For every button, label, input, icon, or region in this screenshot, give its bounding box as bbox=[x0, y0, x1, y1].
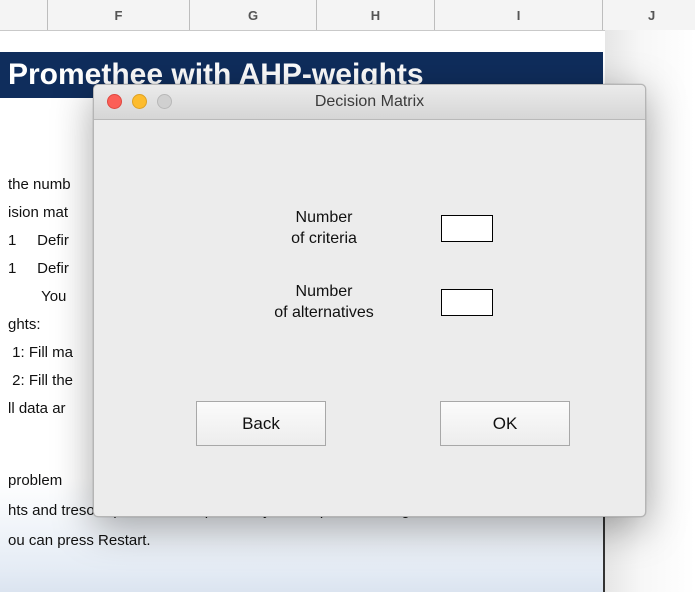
dialog-title: Decision Matrix bbox=[314, 93, 425, 110]
dialog-titlebar[interactable]: Decision Matrix bbox=[94, 85, 645, 120]
criteria-label-line2: of criteria bbox=[291, 230, 357, 247]
ok-button[interactable]: OK bbox=[440, 401, 570, 446]
alternatives-count-input[interactable] bbox=[441, 289, 493, 316]
sheet-text-line: ou can press Restart. bbox=[8, 532, 151, 549]
column-label: G bbox=[247, 8, 259, 23]
criteria-label: Number of criteria bbox=[244, 207, 404, 249]
back-button[interactable]: Back bbox=[196, 401, 326, 446]
sheet-text-line: 2: Fill the bbox=[8, 372, 74, 389]
sheet-text-line: 1: Fill ma bbox=[8, 344, 74, 361]
column-label: H bbox=[370, 8, 381, 23]
column-label: F bbox=[114, 8, 123, 23]
sheet-text-line: problem bbox=[8, 472, 63, 489]
column-header-j[interactable]: J bbox=[603, 0, 695, 30]
sheet-text-line: ghts: bbox=[8, 316, 41, 333]
sheet-text-line: ll data ar bbox=[8, 400, 66, 417]
criteria-count-input[interactable] bbox=[441, 215, 493, 242]
column-header-i[interactable]: I bbox=[435, 0, 603, 30]
sheet-text-line: 1 Defir bbox=[8, 232, 69, 249]
sheet-text-line: You bbox=[8, 288, 67, 305]
decision-matrix-dialog: Decision Matrix Number of criteria Numbe… bbox=[93, 84, 646, 517]
alternatives-label: Number of alternatives bbox=[244, 281, 404, 323]
column-header-f[interactable]: F bbox=[48, 0, 190, 30]
column-header-e[interactable] bbox=[0, 0, 48, 30]
alternatives-label-line1: Number bbox=[295, 283, 353, 300]
column-header-bar: F G H I J bbox=[0, 0, 695, 31]
sheet-text-line: 1 Defir bbox=[8, 260, 69, 277]
column-label: I bbox=[516, 8, 521, 23]
column-header-g[interactable]: G bbox=[190, 0, 317, 30]
column-label: J bbox=[648, 8, 656, 23]
sheet-text-line: the numb bbox=[8, 176, 71, 193]
column-header-h[interactable]: H bbox=[317, 0, 435, 30]
criteria-label-line1: Number bbox=[295, 209, 353, 226]
alternatives-label-line2: of alternatives bbox=[274, 304, 374, 321]
sheet-text-line: ision mat bbox=[8, 204, 69, 221]
